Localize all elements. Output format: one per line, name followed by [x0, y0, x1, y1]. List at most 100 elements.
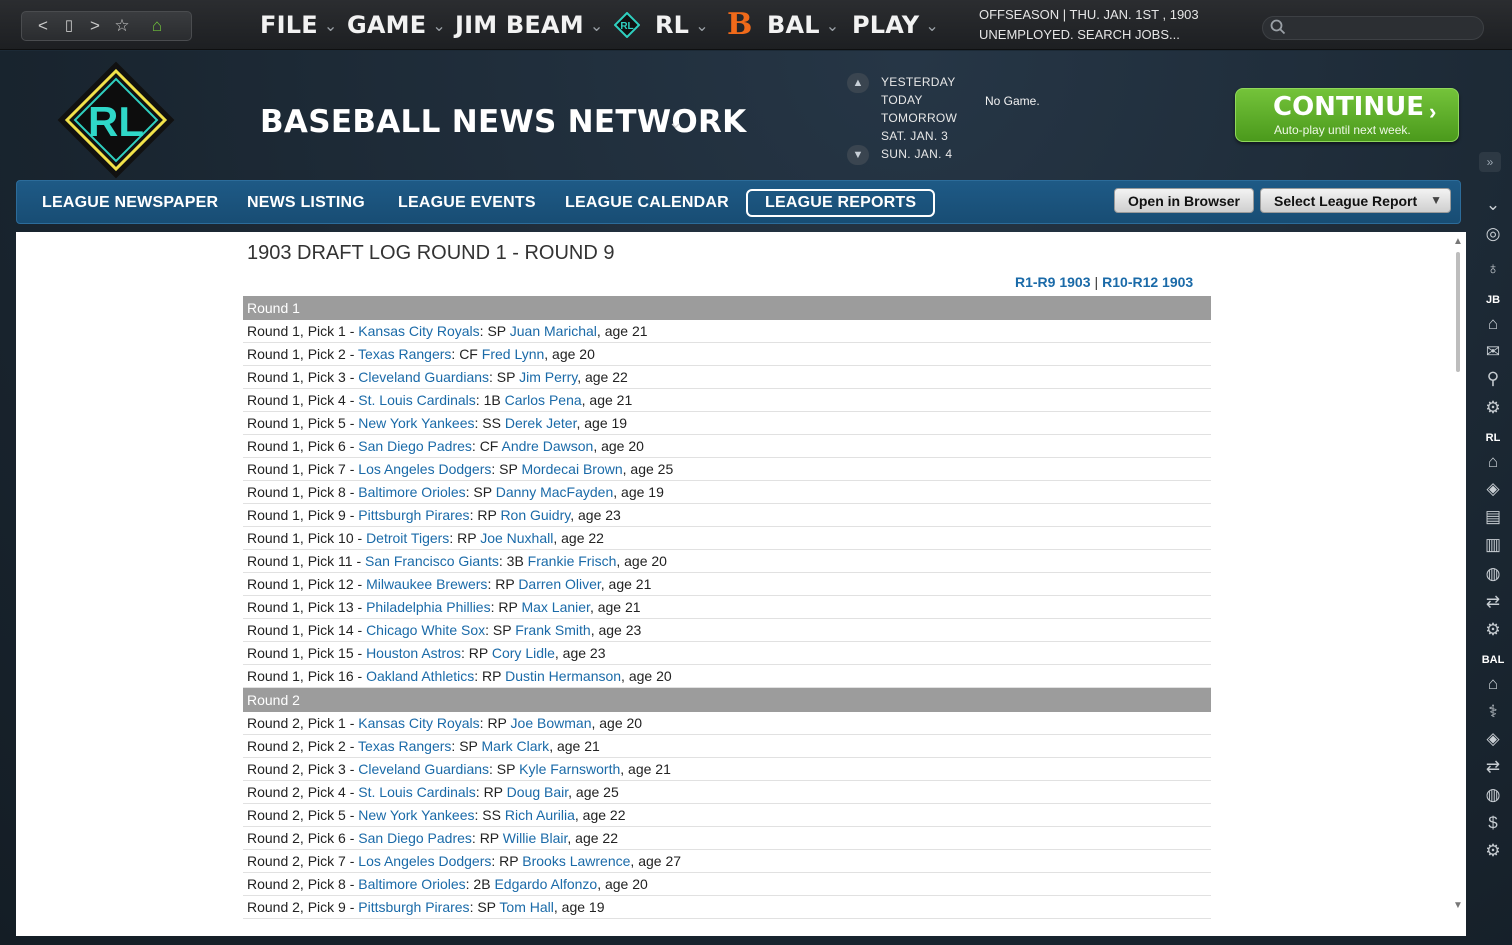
- home-icon[interactable]: ⌂: [1482, 673, 1504, 695]
- team-link[interactable]: Los Angeles Dodgers: [358, 853, 491, 869]
- forward-button[interactable]: >: [82, 15, 108, 37]
- scroll-up-icon[interactable]: ▲: [1453, 236, 1463, 247]
- star-icon[interactable]: ☆: [109, 15, 135, 37]
- team-link[interactable]: Kansas City Royals: [358, 715, 479, 731]
- transactions-icon[interactable]: ⇄: [1482, 591, 1504, 613]
- scroll-thumb[interactable]: [1456, 252, 1460, 372]
- home-icon[interactable]: ⌂: [1482, 313, 1504, 335]
- team-link[interactable]: New York Yankees: [358, 807, 474, 823]
- menu-file[interactable]: FILE ⌄: [260, 8, 337, 42]
- team-link[interactable]: Chicago White Sox: [366, 622, 485, 638]
- dollar-icon[interactable]: $: [1482, 812, 1504, 834]
- team-link[interactable]: St. Louis Cardinals: [358, 784, 476, 800]
- team-link[interactable]: Pittsburgh Pirares: [358, 507, 469, 523]
- team-link[interactable]: Cleveland Guardians: [358, 369, 489, 385]
- select-league-report-dropdown[interactable]: Select League Report ▼: [1260, 188, 1451, 213]
- day-down-button[interactable]: ▼: [847, 145, 869, 165]
- team-link[interactable]: Cleveland Guardians: [358, 761, 489, 777]
- team-link[interactable]: Texas Rangers: [358, 346, 451, 362]
- player-link[interactable]: Mark Clark: [482, 738, 550, 754]
- globe-icon[interactable]: ◎: [1482, 223, 1504, 245]
- scroll-down-icon[interactable]: ▼: [1453, 900, 1463, 911]
- player-link[interactable]: Tom Hall: [499, 899, 553, 915]
- mail-icon[interactable]: ✉: [1482, 341, 1504, 363]
- day-today[interactable]: TODAY: [881, 93, 923, 107]
- player-link[interactable]: Danny MacFayden: [496, 484, 614, 500]
- player-link[interactable]: Darren Oliver: [518, 576, 600, 592]
- gear-icon[interactable]: ⚙: [1482, 619, 1504, 641]
- player-link[interactable]: Willie Blair: [503, 830, 568, 846]
- bar-chart-icon[interactable]: ▥: [1482, 534, 1504, 556]
- lightbulb-icon[interactable]: ♁: [1482, 258, 1504, 280]
- home-icon[interactable]: ⌂: [144, 15, 170, 37]
- gear-icon[interactable]: ⚙: [1482, 840, 1504, 862]
- player-link[interactable]: Kyle Farnsworth: [519, 761, 620, 777]
- scrollbar[interactable]: ▲ ▼: [1450, 232, 1466, 936]
- stethoscope-icon[interactable]: ⚕: [1482, 701, 1504, 723]
- team-link[interactable]: New York Yankees: [358, 415, 474, 431]
- team-link[interactable]: San Diego Padres: [358, 830, 472, 846]
- team-link[interactable]: Houston Astros: [366, 645, 461, 661]
- team-link[interactable]: Detroit Tigers: [366, 530, 449, 546]
- tab-league-calendar[interactable]: LEAGUE CALENDAR: [565, 190, 729, 216]
- team-link[interactable]: Baltimore Orioles: [358, 876, 465, 892]
- team-link[interactable]: Oakland Athletics: [366, 668, 474, 684]
- player-link[interactable]: Frankie Frisch: [528, 553, 617, 569]
- day-sun[interactable]: SUN. JAN. 4: [881, 147, 952, 161]
- player-link[interactable]: Derek Jeter: [505, 415, 577, 431]
- tab-league-newspaper[interactable]: LEAGUE NEWSPAPER: [42, 190, 218, 216]
- search-icon[interactable]: ⚲: [1482, 368, 1504, 390]
- player-link[interactable]: Edgardo Alfonzo: [494, 876, 597, 892]
- job-status-link[interactable]: UNEMPLOYED. SEARCH JOBS...: [979, 27, 1180, 42]
- link-r10-r12[interactable]: R10-R12 1903: [1102, 274, 1193, 290]
- continue-button[interactable]: CONTINUE Auto-play until next week. ›: [1235, 88, 1459, 142]
- player-link[interactable]: Rich Aurilia: [505, 807, 575, 823]
- search-input[interactable]: [1262, 16, 1484, 40]
- player-link[interactable]: Brooks Lawrence: [522, 853, 630, 869]
- day-yesterday[interactable]: YESTERDAY: [881, 75, 956, 89]
- chevron-down-icon[interactable]: ⌄: [668, 112, 683, 133]
- home-icon[interactable]: ⌂: [1482, 451, 1504, 473]
- player-link[interactable]: Mordecai Brown: [521, 461, 622, 477]
- tab-league-reports[interactable]: LEAGUE REPORTS: [746, 189, 936, 217]
- day-sat[interactable]: SAT. JAN. 3: [881, 129, 948, 143]
- team-link[interactable]: Pittsburgh Pirares: [358, 899, 469, 915]
- team-link[interactable]: San Francisco Giants: [365, 553, 499, 569]
- menu-manager[interactable]: JIM BEAM ⌄: [455, 8, 603, 42]
- newspaper-icon[interactable]: ▤: [1482, 506, 1504, 528]
- tab-league-events[interactable]: LEAGUE EVENTS: [398, 190, 536, 216]
- chevron-down-icon[interactable]: ⌄: [1482, 194, 1504, 216]
- team-link[interactable]: Kansas City Royals: [358, 323, 479, 339]
- window-button[interactable]: ▯: [56, 15, 82, 37]
- team-link[interactable]: San Diego Padres: [358, 438, 472, 454]
- player-link[interactable]: Max Lanier: [521, 599, 589, 615]
- team-link[interactable]: Texas Rangers: [358, 738, 451, 754]
- player-link[interactable]: Juan Marichal: [510, 323, 597, 339]
- open-in-browser-button[interactable]: Open in Browser: [1114, 188, 1254, 213]
- team-link[interactable]: Milwaukee Brewers: [366, 576, 487, 592]
- tab-news-listing[interactable]: NEWS LISTING: [247, 190, 365, 216]
- player-link[interactable]: Ron Guidry: [500, 507, 570, 523]
- transactions-icon[interactable]: ⇄: [1482, 756, 1504, 778]
- player-link[interactable]: Andre Dawson: [501, 438, 593, 454]
- back-button[interactable]: <: [30, 15, 56, 37]
- menu-team[interactable]: BAL ⌄: [767, 8, 839, 42]
- player-link[interactable]: Joe Nuxhall: [480, 530, 553, 546]
- day-tomorrow[interactable]: TOMORROW: [881, 111, 957, 125]
- team-link[interactable]: Los Angeles Dodgers: [358, 461, 491, 477]
- team-link[interactable]: Philadelphia Phillies: [366, 599, 491, 615]
- player-link[interactable]: Dustin Hermanson: [505, 668, 621, 684]
- player-link[interactable]: Doug Bair: [507, 784, 568, 800]
- menu-league[interactable]: RL ⌄: [655, 8, 709, 42]
- player-link[interactable]: Joe Bowman: [511, 715, 592, 731]
- player-link[interactable]: Fred Lynn: [482, 346, 545, 362]
- player-link[interactable]: Jim Perry: [519, 369, 577, 385]
- diamond-icon[interactable]: ◈: [1482, 478, 1504, 500]
- link-r1-r9[interactable]: R1-R9 1903: [1015, 274, 1091, 290]
- menu-play[interactable]: PLAY ⌄: [852, 8, 939, 42]
- player-link[interactable]: Carlos Pena: [505, 392, 582, 408]
- gear-icon[interactable]: ⚙: [1482, 397, 1504, 419]
- baseball-icon[interactable]: ◍: [1482, 563, 1504, 585]
- baseball-icon[interactable]: ◍: [1482, 784, 1504, 806]
- team-link[interactable]: St. Louis Cardinals: [358, 392, 476, 408]
